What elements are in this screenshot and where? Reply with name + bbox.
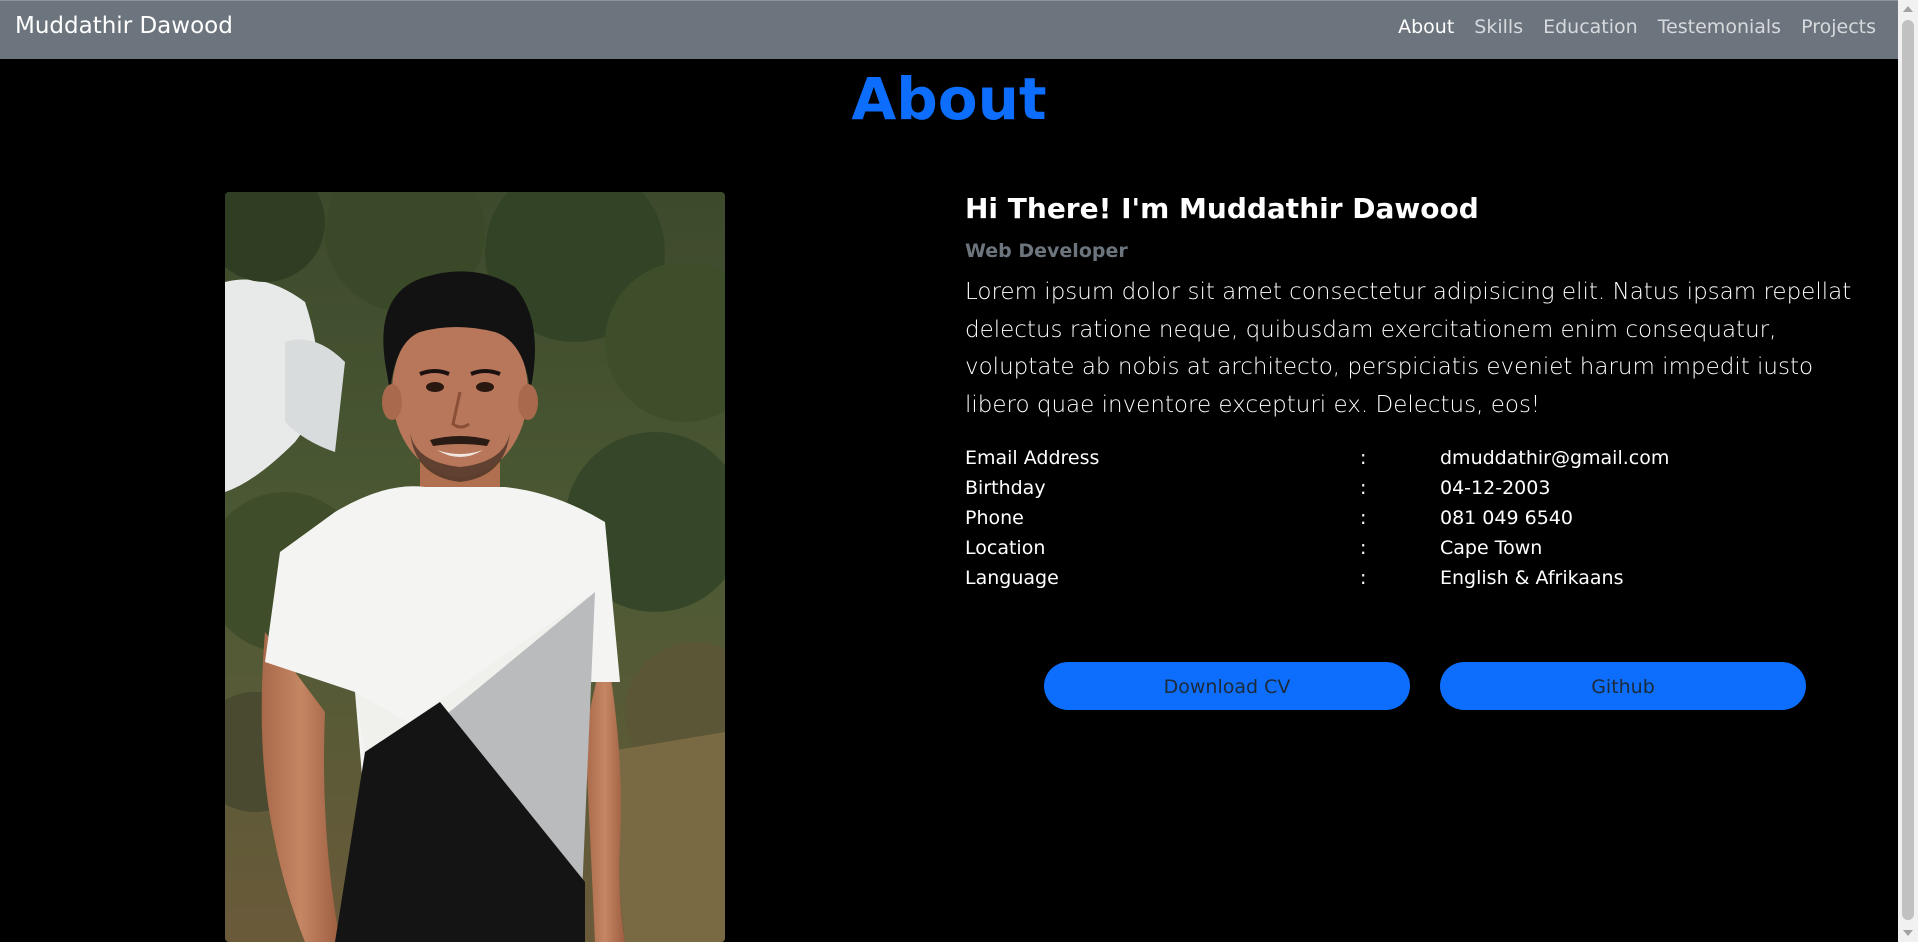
detail-value: Cape Town <box>1440 537 1543 559</box>
nav-link-projects[interactable]: Projects <box>1801 16 1876 38</box>
detail-row-birthday: Birthday : 04-12-2003 <box>965 475 1685 505</box>
page: Muddathir Dawood About Skills Education … <box>0 0 1898 942</box>
detail-row-language: Language : English & Afrikaans <box>965 565 1685 595</box>
detail-row-email: Email Address : dmuddathir@gmail.com <box>965 445 1685 475</box>
detail-value: 081 049 6540 <box>1440 507 1573 529</box>
detail-value: 04-12-2003 <box>1440 477 1551 499</box>
github-button[interactable]: Github <box>1440 662 1806 710</box>
detail-separator: : <box>1360 477 1367 499</box>
detail-separator: : <box>1360 507 1367 529</box>
detail-label: Birthday <box>965 477 1046 499</box>
detail-label: Location <box>965 537 1046 559</box>
scroll-down-arrow-icon[interactable] <box>1903 930 1913 936</box>
bio-text: Lorem ipsum dolor sit amet consectetur a… <box>965 279 1852 418</box>
nav-link-testemonials[interactable]: Testemonials <box>1658 16 1781 38</box>
scroll-thumb[interactable] <box>1902 20 1914 920</box>
detail-value: dmuddathir@gmail.com <box>1440 447 1670 469</box>
detail-separator: : <box>1360 567 1367 589</box>
vertical-scrollbar[interactable] <box>1898 0 1918 942</box>
navbar: Muddathir Dawood About Skills Education … <box>0 0 1898 59</box>
nav-link-skills[interactable]: Skills <box>1474 16 1523 38</box>
detail-separator: : <box>1360 447 1367 469</box>
detail-label: Email Address <box>965 447 1100 469</box>
profile-photo <box>225 192 725 942</box>
nav-links: About Skills Education Testemonials Proj… <box>1398 16 1876 38</box>
detail-row-location: Location : Cape Town <box>965 535 1685 565</box>
detail-separator: : <box>1360 537 1367 559</box>
role-subtitle: Web Developer <box>965 240 1128 262</box>
detail-label: Phone <box>965 507 1024 529</box>
download-cv-button[interactable]: Download CV <box>1044 662 1410 710</box>
detail-value: English & Afrikaans <box>1440 567 1624 589</box>
nav-link-education[interactable]: Education <box>1543 16 1638 38</box>
section-title: About <box>851 65 1047 133</box>
intro-heading: Hi There! I'm Muddathir Dawood <box>965 192 1479 225</box>
detail-label: Language <box>965 567 1059 589</box>
brand-link[interactable]: Muddathir Dawood <box>15 13 233 39</box>
nav-link-about[interactable]: About <box>1398 16 1454 38</box>
scroll-up-arrow-icon[interactable] <box>1903 6 1913 12</box>
details-table: Email Address : dmuddathir@gmail.com Bir… <box>965 445 1685 595</box>
detail-row-phone: Phone : 081 049 6540 <box>965 505 1685 535</box>
